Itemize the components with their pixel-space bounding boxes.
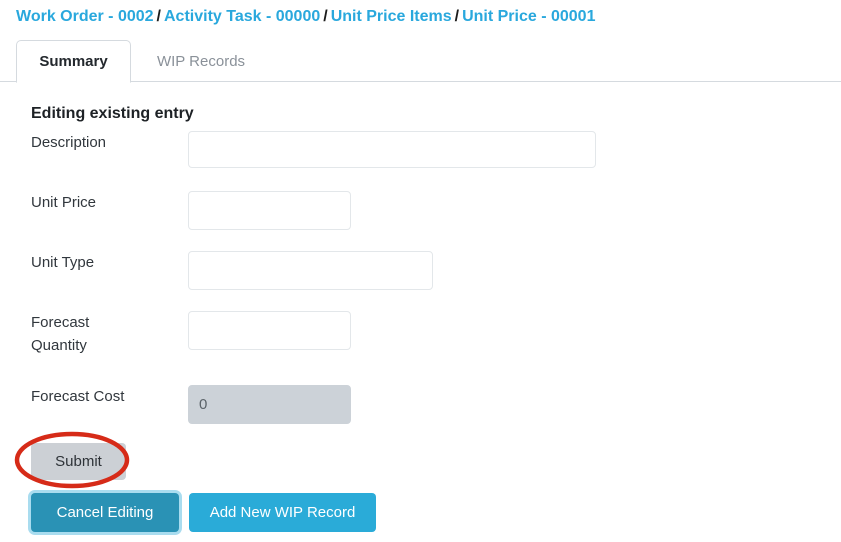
field-label-unit-price: Unit Price xyxy=(31,194,97,211)
forecast-cost-input xyxy=(188,385,351,424)
breadcrumb-item-work-order[interactable]: Work Order - 0002 xyxy=(16,8,154,25)
tab-wip-records[interactable]: WIP Records xyxy=(131,40,271,82)
breadcrumb-separator: / xyxy=(454,8,460,25)
field-label-description: Description xyxy=(31,134,107,151)
breadcrumb-separator: / xyxy=(156,8,161,25)
tab-summary[interactable]: Summary xyxy=(16,40,131,83)
form-title: Editing existing entry xyxy=(31,105,194,122)
tab-bar: Summary WIP Records xyxy=(0,40,841,83)
description-input[interactable] xyxy=(188,131,596,168)
breadcrumb-item-unit-price[interactable]: Unit Price - 00001 xyxy=(462,8,595,25)
unit-price-input[interactable] xyxy=(188,191,351,230)
submit-button[interactable]: Submit xyxy=(31,443,126,480)
breadcrumb-item-unit-price-items[interactable]: Unit Price Items xyxy=(331,8,452,25)
breadcrumb-separator: / xyxy=(323,8,328,25)
unit-type-input[interactable] xyxy=(188,251,433,290)
add-new-wip-record-button[interactable]: Add New WIP Record xyxy=(189,493,376,532)
field-label-forecast-cost: Forecast Cost xyxy=(31,388,125,405)
field-label-forecast-quantity: Forecast Quantity xyxy=(31,314,90,354)
cancel-editing-button[interactable]: Cancel Editing xyxy=(31,493,179,532)
breadcrumb: Work Order - 0002/Activity Task - 00000/… xyxy=(16,6,595,28)
forecast-quantity-input[interactable] xyxy=(188,311,351,350)
breadcrumb-item-activity-task[interactable]: Activity Task - 00000 xyxy=(164,8,320,25)
field-label-unit-type: Unit Type xyxy=(31,254,95,271)
